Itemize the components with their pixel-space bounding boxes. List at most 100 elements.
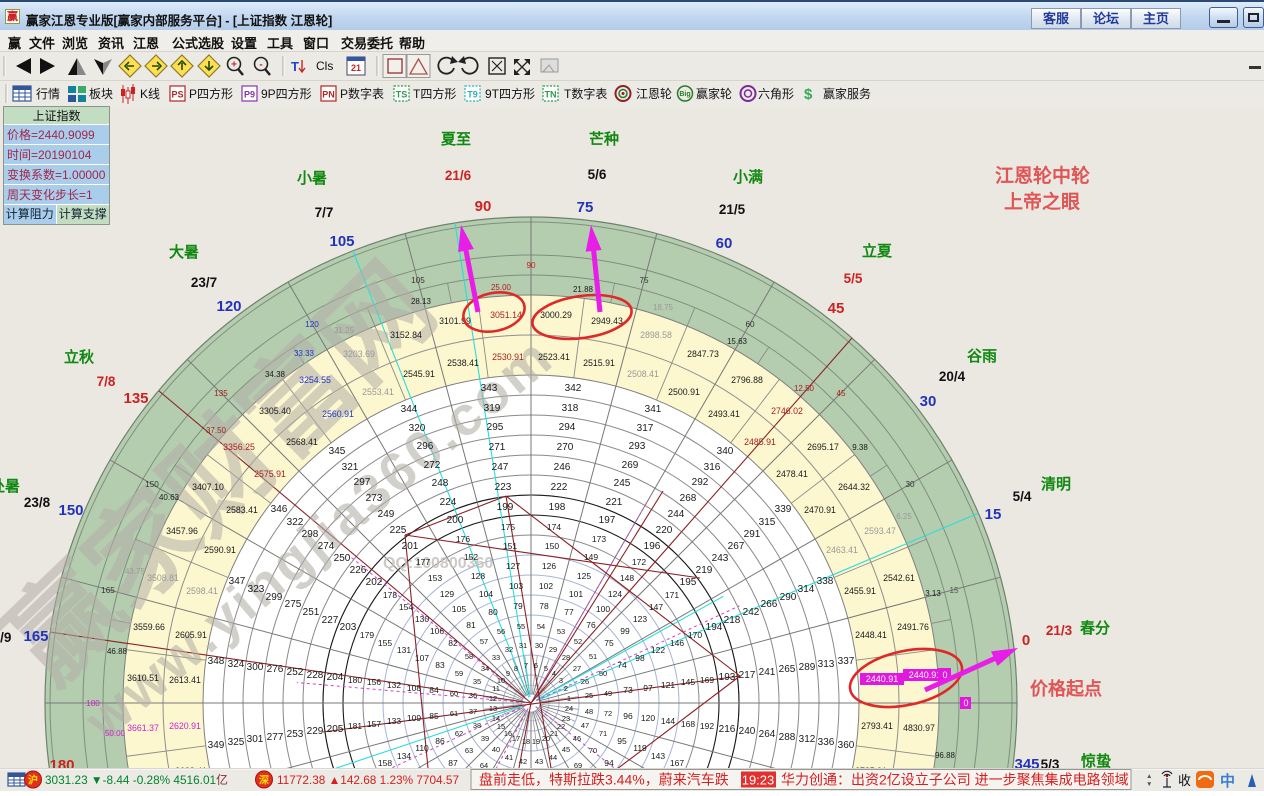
svg-text:178: 178 <box>383 590 397 600</box>
svg-text:$: $ <box>804 86 813 103</box>
svg-text:120: 120 <box>305 320 319 329</box>
svg-text:PN: PN <box>322 90 335 100</box>
svg-text:2583.41: 2583.41 <box>226 505 258 515</box>
svg-text:150: 150 <box>545 541 559 551</box>
svg-text:336: 336 <box>818 737 835 748</box>
svg-text:265: 265 <box>779 664 796 675</box>
svg-text:131: 131 <box>397 645 411 655</box>
svg-text:315: 315 <box>759 517 776 528</box>
svg-text:2545.91: 2545.91 <box>403 369 435 379</box>
svg-text:2847.73: 2847.73 <box>687 349 719 359</box>
svg-text:2485.91: 2485.91 <box>744 437 776 447</box>
svg-text:38: 38 <box>473 721 481 730</box>
svg-text:52: 52 <box>574 637 582 646</box>
svg-text:7: 7 <box>524 661 528 670</box>
svg-text:上帝之眼: 上帝之眼 <box>1004 190 1080 213</box>
svg-text:167: 167 <box>670 758 684 768</box>
svg-text:180: 180 <box>86 699 100 708</box>
svg-text:2568.41: 2568.41 <box>286 437 318 447</box>
svg-text:104: 104 <box>479 589 493 599</box>
svg-text:63: 63 <box>465 746 473 755</box>
svg-text:297: 297 <box>354 477 371 488</box>
svg-text:227: 227 <box>322 615 339 626</box>
svg-text:192: 192 <box>700 721 714 731</box>
svg-text:30: 30 <box>920 393 937 410</box>
svg-text:90: 90 <box>526 261 536 270</box>
svg-text:250: 250 <box>334 553 351 564</box>
svg-text:T四方形: T四方形 <box>413 86 456 101</box>
svg-text:102: 102 <box>539 581 553 591</box>
svg-text:33.33: 33.33 <box>294 349 315 358</box>
svg-text:2440.91: 2440.91 <box>866 674 899 684</box>
svg-text:37: 37 <box>469 707 477 716</box>
svg-text:谷雨: 谷雨 <box>967 348 997 365</box>
svg-text:42: 42 <box>519 757 527 766</box>
svg-text:70: 70 <box>589 746 597 755</box>
svg-text:23/8: 23/8 <box>24 495 51 510</box>
svg-text:135: 135 <box>123 390 148 407</box>
svg-text:芒种: 芒种 <box>589 130 619 148</box>
svg-text:341: 341 <box>645 404 662 415</box>
svg-text:269: 269 <box>622 460 639 471</box>
svg-text:3559.66: 3559.66 <box>133 622 165 632</box>
svg-text:T数字表: T数字表 <box>564 86 607 101</box>
svg-text:3203.69: 3203.69 <box>343 349 375 359</box>
svg-text:36: 36 <box>469 691 477 700</box>
svg-text:23/7: 23/7 <box>191 275 217 290</box>
svg-text:96.88: 96.88 <box>935 751 956 760</box>
svg-text:293: 293 <box>629 441 646 452</box>
svg-text:98: 98 <box>635 653 645 663</box>
svg-text:44: 44 <box>549 753 557 762</box>
svg-text:赢家轮: 赢家轮 <box>696 86 732 101</box>
svg-text:270: 270 <box>557 442 574 453</box>
svg-text:299: 299 <box>266 592 283 603</box>
svg-text:86: 86 <box>435 736 445 746</box>
svg-text:5/4: 5/4 <box>1013 489 1032 504</box>
svg-text:169: 169 <box>700 675 714 685</box>
svg-text:中: 中 <box>1220 772 1235 790</box>
svg-text:-: - <box>259 60 262 71</box>
svg-text:35: 35 <box>473 677 481 686</box>
svg-text:121: 121 <box>661 680 675 690</box>
svg-text:7/7: 7/7 <box>315 205 334 220</box>
svg-text:6.25: 6.25 <box>896 512 912 521</box>
svg-text:23: 23 <box>562 714 570 723</box>
svg-text:295: 295 <box>487 422 504 433</box>
svg-text:57: 57 <box>480 637 488 646</box>
svg-text:247: 247 <box>492 462 509 473</box>
svg-text:32: 32 <box>505 645 513 654</box>
svg-text:3000.29: 3000.29 <box>540 310 572 320</box>
svg-text:处暑: 处暑 <box>0 477 20 495</box>
svg-text:149: 149 <box>584 552 598 562</box>
svg-text:267: 267 <box>728 541 745 552</box>
svg-text:266: 266 <box>761 599 778 610</box>
svg-text:119: 119 <box>633 743 647 753</box>
svg-text:165: 165 <box>23 628 48 645</box>
svg-text:244: 244 <box>668 509 685 520</box>
svg-text:347: 347 <box>229 576 246 587</box>
svg-text:2440.91: 2440.91 <box>909 670 942 680</box>
svg-text:60: 60 <box>450 689 458 698</box>
svg-text:2898.58: 2898.58 <box>640 330 672 340</box>
svg-text:81: 81 <box>466 620 476 630</box>
svg-text:342: 342 <box>565 383 582 394</box>
svg-text:9.38: 9.38 <box>852 443 868 452</box>
svg-text:2695.17: 2695.17 <box>807 442 839 452</box>
svg-text:288: 288 <box>779 732 796 743</box>
svg-text:172: 172 <box>632 557 646 567</box>
svg-text:82: 82 <box>448 638 458 648</box>
svg-text:109: 109 <box>407 713 421 723</box>
svg-text:7/8: 7/8 <box>97 374 116 389</box>
svg-text:18.75: 18.75 <box>653 303 674 312</box>
svg-text:317: 317 <box>637 423 654 434</box>
svg-text:20/4: 20/4 <box>939 369 966 384</box>
svg-text:2: 2 <box>564 684 568 693</box>
svg-text:73: 73 <box>623 685 633 695</box>
svg-text:50: 50 <box>599 669 607 678</box>
svg-text:180: 180 <box>49 757 74 768</box>
svg-text:25: 25 <box>585 691 593 700</box>
svg-text:105: 105 <box>411 276 425 285</box>
svg-text:3.13: 3.13 <box>925 589 941 598</box>
svg-text:8: 8 <box>514 664 518 673</box>
svg-text:252: 252 <box>287 667 304 678</box>
